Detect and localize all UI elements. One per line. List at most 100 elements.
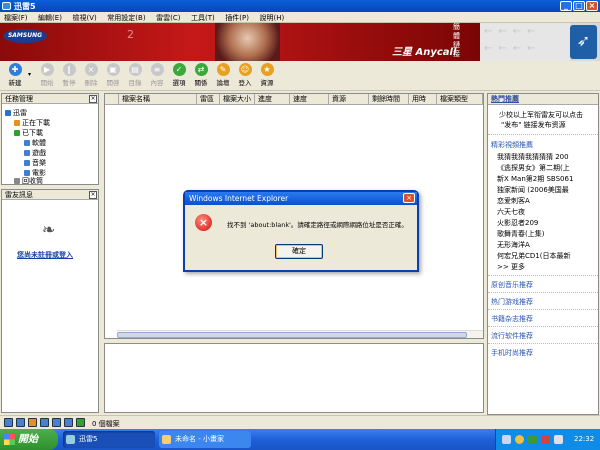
options-icon: ✓ (172, 63, 186, 76)
simplified-link[interactable]: 簡 體 鏈 接 (453, 23, 463, 59)
options-button[interactable]: ✓ 選項 (168, 63, 190, 91)
properties-button[interactable]: ≡ 內容 (146, 63, 168, 91)
error-dialog: Windows Internet Explorer × × 找不到 'about:… (183, 190, 419, 272)
file-count: 0 個檔案 (92, 420, 120, 428)
open-icon: ▣ (106, 63, 120, 76)
resources-button[interactable]: ★ 資源 (256, 63, 278, 91)
video-item[interactable]: 歌舞青春(上集) (491, 229, 597, 239)
window-title: 迅雷5 (14, 2, 36, 11)
more-link[interactable]: >> 更多 (491, 262, 597, 272)
tray-icon[interactable] (502, 435, 511, 444)
task-thunder[interactable]: 迅雷5 (63, 431, 155, 448)
ad-banner[interactable]: SAMSUNG 2 三星 Anycall 簡 體 鏈 接 ←←←← ←←←← ➶ (0, 23, 600, 61)
properties-icon: ≡ (150, 63, 164, 76)
link-software[interactable]: 流行软件推荐 (491, 331, 597, 341)
tree-software[interactable]: 軟體 (24, 138, 46, 148)
column-speed[interactable]: 速度 (290, 94, 329, 105)
column-elapsed[interactable]: 用時 (409, 94, 437, 105)
column-zone[interactable]: 雷區 (197, 94, 220, 105)
login-link[interactable]: 您尚未註冊或登入 (17, 250, 73, 260)
delete-button[interactable]: × 刪除 (80, 63, 102, 91)
tray-icon[interactable] (528, 435, 537, 444)
new-icon: ✚ (8, 63, 22, 76)
link-original-music[interactable]: 原创音乐推荐 (491, 280, 597, 290)
tree-root[interactable]: 迅雷 (5, 108, 27, 118)
status-icon-7[interactable] (76, 418, 85, 427)
tree-music[interactable]: 音樂 (24, 158, 46, 168)
minimize-button[interactable]: _ (560, 1, 572, 11)
ad-image[interactable]: SAMSUNG 2 三星 Anycall 簡 體 鏈 接 (0, 23, 480, 61)
forum-button[interactable]: ✎ 論壇 (212, 63, 234, 91)
horizontal-scrollbar[interactable] (117, 330, 483, 338)
volume-icon[interactable] (554, 435, 563, 444)
scrollbar-thumb[interactable] (117, 332, 467, 338)
thunder-friends-panel: 雷友訊息 × ❧ 您尚未註冊或登入 (1, 189, 99, 413)
video-item[interactable]: 火影忍者209 (491, 218, 597, 228)
video-item[interactable]: 《逃探男女》第二期(上 (491, 163, 597, 173)
folder-button[interactable]: ▤ 目錄 (124, 63, 146, 91)
link-hot-games[interactable]: 热门游戏推荐 (491, 297, 597, 307)
video-item[interactable]: 我猜我猜我猜猜猜 200 (491, 152, 597, 162)
tree-completed[interactable]: 已下載 (14, 128, 43, 138)
open-button[interactable]: ▣ 開啓 (102, 63, 124, 91)
link-mobile[interactable]: 手机时尚推荐 (491, 348, 597, 358)
error-icon: × (195, 214, 212, 231)
more-arrow-icon: >> (497, 263, 509, 271)
divider (488, 134, 598, 135)
tray-icon[interactable] (541, 435, 550, 444)
thunder-friends-close-icon[interactable]: × (89, 191, 97, 199)
paint-task-icon (162, 435, 171, 444)
link-books[interactable]: 书籍杂志推荐 (491, 314, 597, 324)
tray-icon[interactable] (515, 435, 524, 444)
music-icon (24, 160, 30, 166)
column-filename[interactable]: 檔案名稱 (119, 94, 197, 105)
column-resources[interactable]: 資源 (329, 94, 369, 105)
video-item[interactable]: 新X Man第2期 SBS061 (491, 174, 597, 184)
thunder-friends-header: 雷友訊息 × (2, 190, 98, 200)
tree-recycle[interactable]: 回收筒 (14, 176, 43, 186)
maximize-button[interactable]: □ (573, 1, 585, 11)
video-item[interactable]: 无形海洋A (491, 240, 597, 250)
video-item[interactable]: 独家新闻 (2006美国最 (491, 185, 597, 195)
clock[interactable]: 22:32 (574, 429, 594, 450)
column-size[interactable]: 檔案大小 (220, 94, 255, 105)
status-icon-3[interactable] (28, 418, 37, 427)
model-photo (215, 23, 280, 61)
video-item[interactable]: 何宏兄弟CD1(日本最新 (491, 251, 597, 261)
column-filetype[interactable]: 檔案類型 (437, 94, 483, 105)
status-icon-6[interactable] (64, 418, 73, 427)
taskbar: 開始 迅雷5 未命名 - 小畫家 22:32 (0, 429, 600, 450)
video-section-title[interactable]: 精彩視頻推薦 (491, 140, 597, 150)
video-item[interactable]: 恋爱刺客A (491, 196, 597, 206)
ok-button[interactable]: 確定 (275, 244, 323, 259)
video-item[interactable]: 六天七夜 (491, 207, 597, 217)
tree-games[interactable]: 遊戲 (24, 148, 46, 158)
status-icon-4[interactable] (40, 418, 49, 427)
login-button[interactable]: ☺ 登入 (234, 63, 256, 91)
task-panel-close-icon[interactable]: × (89, 95, 97, 103)
hot-recommend-title[interactable]: 熱門推薦 (488, 94, 598, 105)
task-paint[interactable]: 未命名 - 小畫家 (159, 431, 251, 448)
resources-icon: ★ (260, 63, 274, 76)
intro-line-1: 少校以上军衔雷友可以点击 (499, 111, 583, 119)
dialog-title-bar[interactable]: Windows Internet Explorer × (185, 192, 417, 205)
folder-icon: ▤ (128, 63, 142, 76)
tree-downloading[interactable]: 正在下載 (14, 118, 50, 128)
title-bar[interactable]: 迅雷5 _ □ × (0, 0, 600, 12)
new-dropdown-icon[interactable]: ▾ (28, 71, 31, 78)
column-progress[interactable]: 進度 (255, 94, 290, 105)
column-checkbox[interactable] (105, 94, 119, 105)
new-button[interactable]: ✚ 新建 (4, 63, 26, 91)
start-button[interactable]: 開始 (0, 429, 58, 450)
close-button[interactable]: × (586, 1, 598, 11)
task-panel-header: 任務管理 × (2, 94, 98, 104)
software-icon (24, 140, 30, 146)
status-icon-1[interactable] (4, 418, 13, 427)
start-button[interactable]: ▶ 開始 (36, 63, 58, 91)
column-remaining[interactable]: 剩餘時間 (369, 94, 409, 105)
dialog-close-button[interactable]: × (403, 193, 415, 203)
status-icon-2[interactable] (16, 418, 25, 427)
relations-button[interactable]: ⇄ 關係 (190, 63, 212, 91)
pause-button[interactable]: ‖ 暫停 (58, 63, 80, 91)
status-icon-5[interactable] (52, 418, 61, 427)
